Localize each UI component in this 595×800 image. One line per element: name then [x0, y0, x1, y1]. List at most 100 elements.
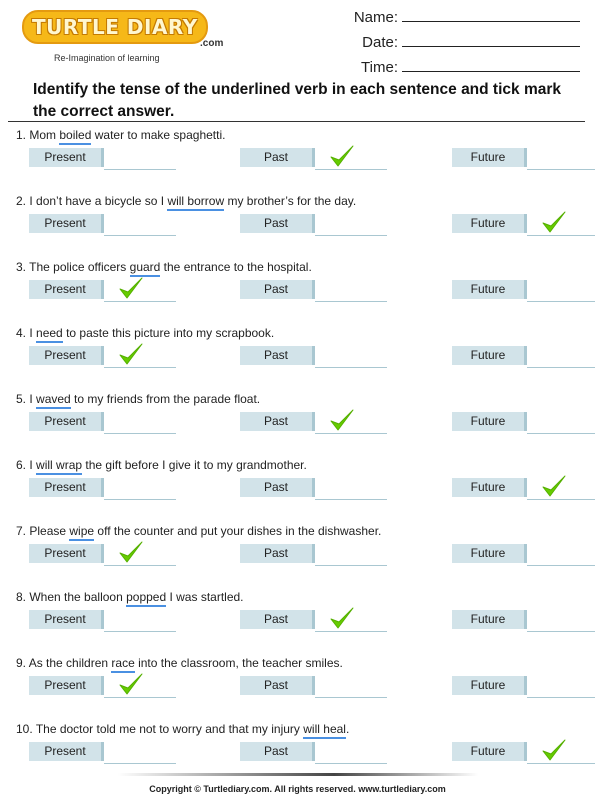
option-past[interactable]: Past: [240, 676, 388, 698]
answer-box[interactable]: [527, 544, 595, 566]
option-future[interactable]: Future: [452, 346, 595, 368]
question-item: 10. The doctor told me not to worry and …: [16, 722, 595, 764]
answer-box[interactable]: [527, 211, 595, 236]
answer-box[interactable]: [527, 412, 595, 434]
sentence-after: .: [345, 722, 350, 736]
answer-box[interactable]: [315, 145, 387, 170]
answer-box[interactable]: [104, 277, 176, 302]
option-past[interactable]: Past: [240, 409, 388, 434]
option-present[interactable]: Present: [29, 742, 177, 764]
question-text: 3. The police officers guard the entranc…: [16, 260, 586, 277]
answer-box[interactable]: [104, 673, 176, 698]
option-past[interactable]: Past: [240, 544, 388, 566]
option-present[interactable]: Present: [29, 412, 177, 434]
option-present[interactable]: Present: [29, 478, 177, 500]
checkmark-icon: [118, 342, 144, 366]
name-line[interactable]: [402, 6, 580, 22]
answer-box[interactable]: [315, 544, 387, 566]
answer-box[interactable]: [104, 343, 176, 368]
option-past[interactable]: Past: [240, 478, 388, 500]
checkmark-icon: [118, 540, 144, 564]
sentence-before: Please: [29, 524, 70, 538]
copyright-footer: Copyright © Turtlediary.com. All rights …: [149, 784, 446, 794]
option-future[interactable]: Future: [452, 544, 595, 566]
answer-box[interactable]: [104, 214, 176, 236]
option-label: Future: [452, 280, 527, 299]
option-future[interactable]: Future: [452, 412, 595, 434]
answer-box[interactable]: [315, 742, 387, 764]
answer-options: Present Past Future: [16, 739, 595, 764]
underlined-verb: wipe: [69, 524, 95, 541]
answer-box[interactable]: [315, 214, 387, 236]
answer-box[interactable]: [527, 475, 595, 500]
option-label: Past: [240, 148, 315, 167]
date-field[interactable]: Date:: [320, 31, 580, 56]
answer-box[interactable]: [315, 280, 387, 302]
question-text: 2. I don’t have a bicycle so I will borr…: [16, 194, 586, 211]
question-text: 5. I waved to my friends from the parade…: [16, 392, 586, 409]
question-text: 9. As the children race into the classro…: [16, 656, 586, 673]
checkmark-icon: [329, 606, 355, 630]
date-line[interactable]: [402, 31, 580, 47]
answer-box[interactable]: [315, 478, 387, 500]
question-number: 6.: [16, 458, 27, 472]
option-past[interactable]: Past: [240, 280, 388, 302]
time-line[interactable]: [402, 56, 580, 72]
option-past[interactable]: Past: [240, 607, 388, 632]
answer-box[interactable]: [527, 280, 595, 302]
sentence-before: When the balloon: [29, 590, 127, 604]
option-future[interactable]: Future: [452, 676, 595, 698]
option-future[interactable]: Future: [452, 739, 595, 764]
option-present[interactable]: Present: [29, 610, 177, 632]
sentence-before: The doctor told me not to worry and that…: [35, 722, 304, 736]
option-future[interactable]: Future: [452, 280, 595, 302]
time-field[interactable]: Time:: [320, 56, 580, 81]
sentence-before: The police officers: [29, 260, 130, 274]
option-future[interactable]: Future: [452, 148, 595, 170]
answer-box[interactable]: [104, 742, 176, 764]
option-present[interactable]: Present: [29, 148, 177, 170]
question-item: 9. As the children race into the classro…: [16, 656, 595, 698]
option-past[interactable]: Past: [240, 145, 388, 170]
option-future[interactable]: Future: [452, 610, 595, 632]
option-label: Future: [452, 544, 527, 563]
question-number: 4.: [16, 326, 27, 340]
answer-box[interactable]: [527, 148, 595, 170]
name-field[interactable]: Name:: [320, 6, 580, 31]
answer-box[interactable]: [104, 610, 176, 632]
option-present[interactable]: Present: [29, 343, 177, 368]
option-past[interactable]: Past: [240, 742, 388, 764]
answer-box[interactable]: [527, 346, 595, 368]
answer-box[interactable]: [527, 676, 595, 698]
underlined-verb: guard: [129, 260, 161, 277]
answer-options: Present Past Future: [16, 211, 595, 236]
answer-box[interactable]: [527, 610, 595, 632]
answer-box[interactable]: [315, 346, 387, 368]
option-future[interactable]: Future: [452, 211, 595, 236]
option-label: Past: [240, 610, 315, 629]
answer-options: Present Past Future: [16, 475, 595, 500]
answer-box[interactable]: [315, 607, 387, 632]
option-present[interactable]: Present: [29, 541, 177, 566]
option-past[interactable]: Past: [240, 214, 388, 236]
sentence-after: off the counter and put your dishes in t…: [94, 524, 382, 538]
option-past[interactable]: Past: [240, 346, 388, 368]
option-future[interactable]: Future: [452, 475, 595, 500]
answer-box[interactable]: [315, 409, 387, 434]
answer-box[interactable]: [104, 541, 176, 566]
sentence-before: Mom: [29, 128, 60, 142]
option-present[interactable]: Present: [29, 277, 177, 302]
answer-box[interactable]: [315, 676, 387, 698]
answer-box[interactable]: [104, 412, 176, 434]
question-item: 1. Mom boiled water to make spaghetti. Pr…: [16, 128, 595, 170]
option-present[interactable]: Present: [29, 673, 177, 698]
option-present[interactable]: Present: [29, 214, 177, 236]
question-number: 7.: [16, 524, 27, 538]
answer-box[interactable]: [527, 739, 595, 764]
underlined-verb: waved: [36, 392, 71, 409]
answer-box[interactable]: [104, 478, 176, 500]
option-label: Present: [29, 478, 104, 497]
option-label: Future: [452, 610, 527, 629]
header-divider: [8, 121, 585, 122]
answer-box[interactable]: [104, 148, 176, 170]
